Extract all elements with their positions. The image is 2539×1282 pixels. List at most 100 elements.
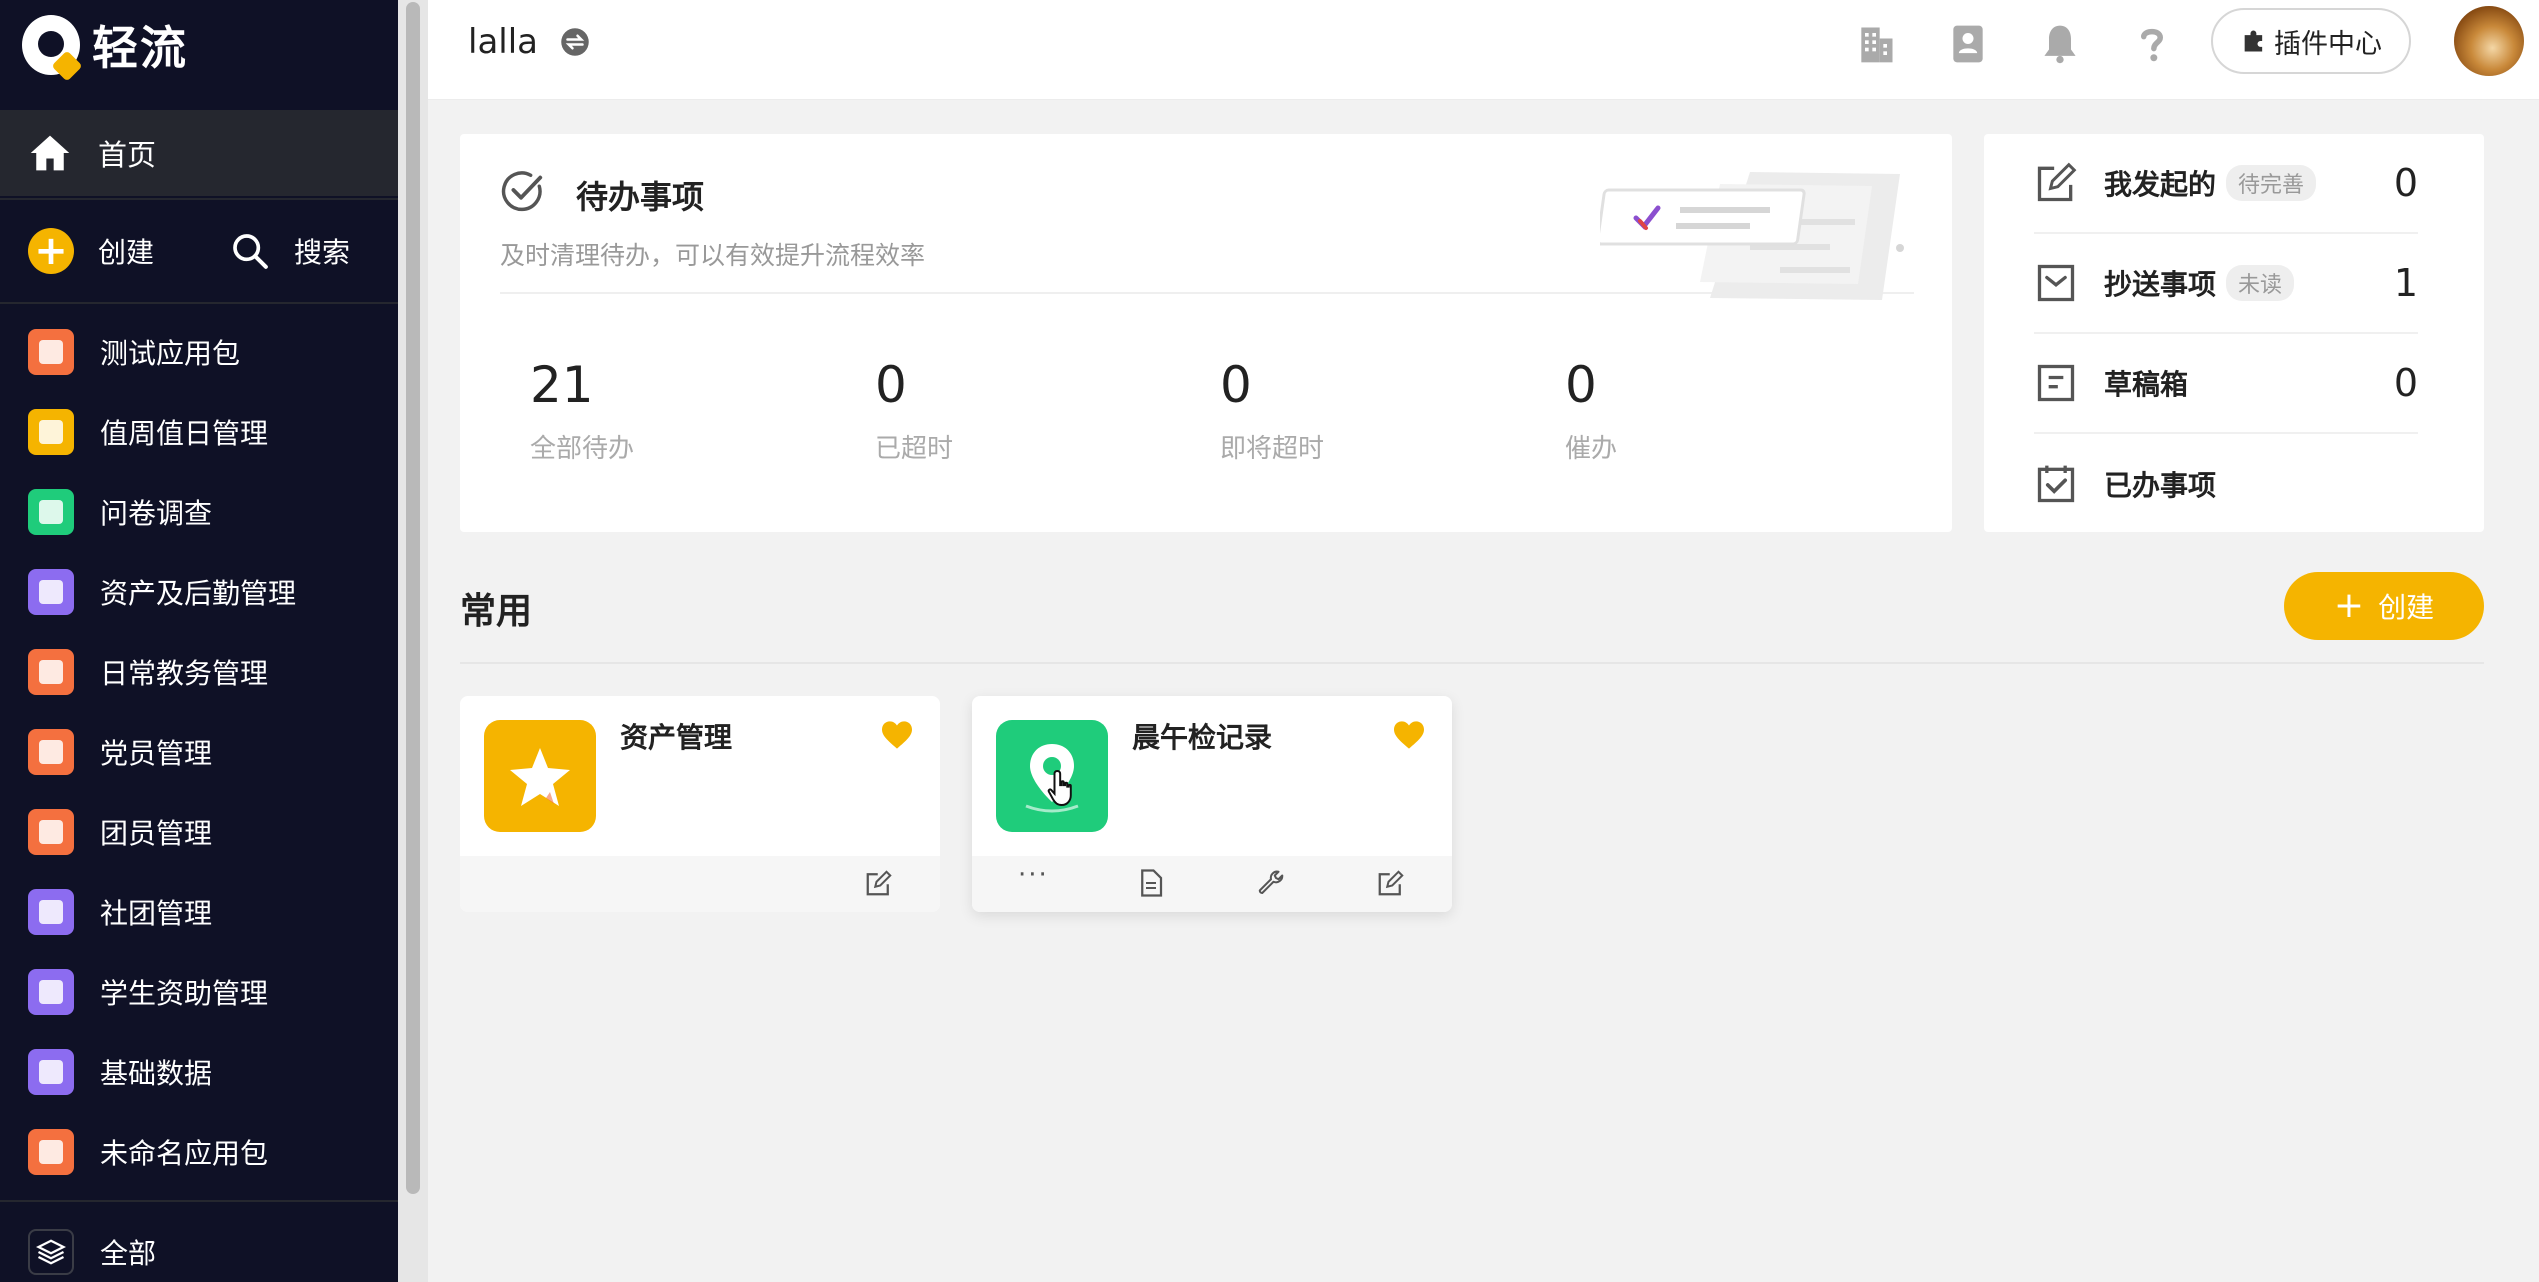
stat-label: 催办 <box>1565 434 1618 464</box>
create-app-label: 创建 <box>2378 591 2435 624</box>
plugin-center-button[interactable]: 插件中心 <box>2211 8 2411 74</box>
app-package-icon <box>28 569 74 615</box>
app-package-icon <box>28 409 74 455</box>
stat-value: 0 <box>875 356 907 414</box>
stat-overdue[interactable]: 0 已超时 <box>875 356 953 465</box>
sidebar-item-label: 未命名应用包 <box>100 1137 269 1170</box>
sidebar-app-item[interactable]: 团员管理 <box>0 792 398 872</box>
plus-icon: + <box>2333 585 2365 626</box>
list-item-drafts[interactable]: 草稿箱 0 <box>2034 334 2418 434</box>
wrench-icon[interactable] <box>1256 868 1286 898</box>
app-package-icon <box>28 1129 74 1175</box>
stat-label: 已超时 <box>875 434 954 464</box>
divider <box>0 198 398 200</box>
plus-icon: + <box>28 228 74 274</box>
divider <box>0 1200 398 1202</box>
edit-icon[interactable] <box>1376 868 1406 898</box>
app-card-footer <box>460 856 940 912</box>
sidebar-app-item[interactable]: 资产及后勤管理 <box>0 552 398 632</box>
list-item-label: 已办事项 <box>2104 469 2217 502</box>
sidebar-app-item[interactable]: 党员管理 <box>0 712 398 792</box>
app-package-glyph <box>39 500 63 524</box>
stat-label: 即将超时 <box>1220 434 1325 464</box>
switch-org-icon <box>561 28 589 56</box>
app-card-footer: ··· <box>972 856 1452 912</box>
sidebar-item-all[interactable]: 全部 <box>0 1222 398 1282</box>
app-package-icon <box>28 489 74 535</box>
building-icon[interactable] <box>1854 22 1898 66</box>
sidebar-app-item[interactable]: 测试应用包 <box>0 312 398 392</box>
plugin-center-label: 插件中心 <box>2274 28 2382 60</box>
stat-value: 0 <box>1565 356 1597 414</box>
inbox-icon <box>2037 264 2075 302</box>
sidebar-app-item[interactable]: 社团管理 <box>0 872 398 952</box>
logo-icon <box>22 15 80 75</box>
app-package-icon <box>28 729 74 775</box>
document-icon[interactable] <box>1136 868 1166 898</box>
app-package-glyph <box>39 1060 63 1084</box>
sidebar-item-label: 资产及后勤管理 <box>100 577 297 610</box>
sidebar-scrollbar-thumb[interactable] <box>406 2 420 1194</box>
list-item-label: 我发起的 <box>2104 168 2217 201</box>
more-icon[interactable]: ··· <box>1018 860 1049 890</box>
app-package-icon <box>28 329 74 375</box>
divider <box>460 662 2484 664</box>
sidebar-item-label: 基础数据 <box>100 1057 213 1090</box>
stat-value: 0 <box>1220 356 1252 414</box>
app-package-icon <box>28 649 74 695</box>
sidebar-item-label: 日常教务管理 <box>100 657 269 690</box>
app-package-icon <box>28 809 74 855</box>
list-item-count: 0 <box>2393 161 2418 205</box>
bell-icon[interactable] <box>2038 22 2082 66</box>
list-item-done[interactable]: 已办事项 <box>2034 434 2418 534</box>
contacts-icon[interactable] <box>1946 22 1990 66</box>
sidebar-app-item[interactable]: 值周值日管理 <box>0 392 398 472</box>
task-summary-card: 我发起的 待完善 0 抄送事项 未读 1 草稿箱 0 已办事项 <box>1984 134 2484 532</box>
sidebar-item-home[interactable]: 首页 <box>0 110 398 196</box>
stat-all-todo[interactable]: 21 全部待办 <box>530 356 634 465</box>
edit-icon[interactable] <box>864 868 894 898</box>
user-avatar[interactable] <box>2454 6 2524 76</box>
stat-urged[interactable]: 0 催办 <box>1565 356 1617 465</box>
search-label: 搜索 <box>294 236 351 269</box>
app-card[interactable]: 晨午检记录 ··· <box>972 696 1452 912</box>
stat-due-soon[interactable]: 0 即将超时 <box>1220 356 1324 465</box>
app-package-glyph <box>39 820 63 844</box>
app-card-title: 晨午检记录 <box>1132 721 1273 754</box>
sidebar-app-item[interactable]: 基础数据 <box>0 1032 398 1112</box>
app-card-body[interactable]: 晨午检记录 <box>972 696 1452 856</box>
app-package-glyph <box>39 420 63 444</box>
divider <box>0 302 398 304</box>
todo-title: 待办事项 <box>576 178 705 216</box>
brand-logo[interactable]: 轻流 <box>22 12 188 78</box>
draft-icon <box>2037 364 2075 402</box>
list-item-cc[interactable]: 抄送事项 未读 1 <box>2034 234 2418 334</box>
sidebar-item-label: 值周值日管理 <box>100 417 269 450</box>
app-package-glyph <box>39 740 63 764</box>
list-item-initiated[interactable]: 我发起的 待完善 0 <box>2034 134 2418 234</box>
org-switcher[interactable]: lalla <box>468 22 590 62</box>
sidebar-app-item[interactable]: 学生资助管理 <box>0 952 398 1032</box>
app-card-title: 资产管理 <box>620 721 733 754</box>
list-item-count: 0 <box>2393 361 2418 405</box>
create-button[interactable]: + 创建 <box>28 228 154 274</box>
app-star-icon <box>484 720 596 832</box>
favorite-heart-icon[interactable] <box>880 720 914 750</box>
sidebar-app-list: 测试应用包值周值日管理问卷调查资产及后勤管理 日常教务管理党员管理 团员管理 社团管理… <box>0 312 398 1192</box>
help-icon[interactable] <box>2130 22 2174 66</box>
top-header: lalla 插件中心 <box>428 0 2539 100</box>
app-package-glyph <box>39 580 63 604</box>
calendar-check-icon <box>2037 465 2075 503</box>
favorite-heart-icon[interactable] <box>1392 720 1426 750</box>
app-card-body[interactable]: 资产管理 <box>460 696 940 856</box>
sidebar-app-item[interactable]: 日常教务管理 <box>0 632 398 712</box>
create-app-button[interactable]: + 创建 <box>2284 572 2484 640</box>
search-icon <box>233 234 268 269</box>
status-badge: 未读 <box>2226 265 2295 301</box>
app-card[interactable]: 资产管理 <box>460 696 940 912</box>
sidebar-app-item[interactable]: 未命名应用包 <box>0 1112 398 1192</box>
edit-icon <box>2037 162 2077 202</box>
section-title: 常用 <box>460 591 533 632</box>
sidebar-app-item[interactable]: 问卷调查 <box>0 472 398 552</box>
search-button[interactable]: 搜索 <box>230 231 350 271</box>
